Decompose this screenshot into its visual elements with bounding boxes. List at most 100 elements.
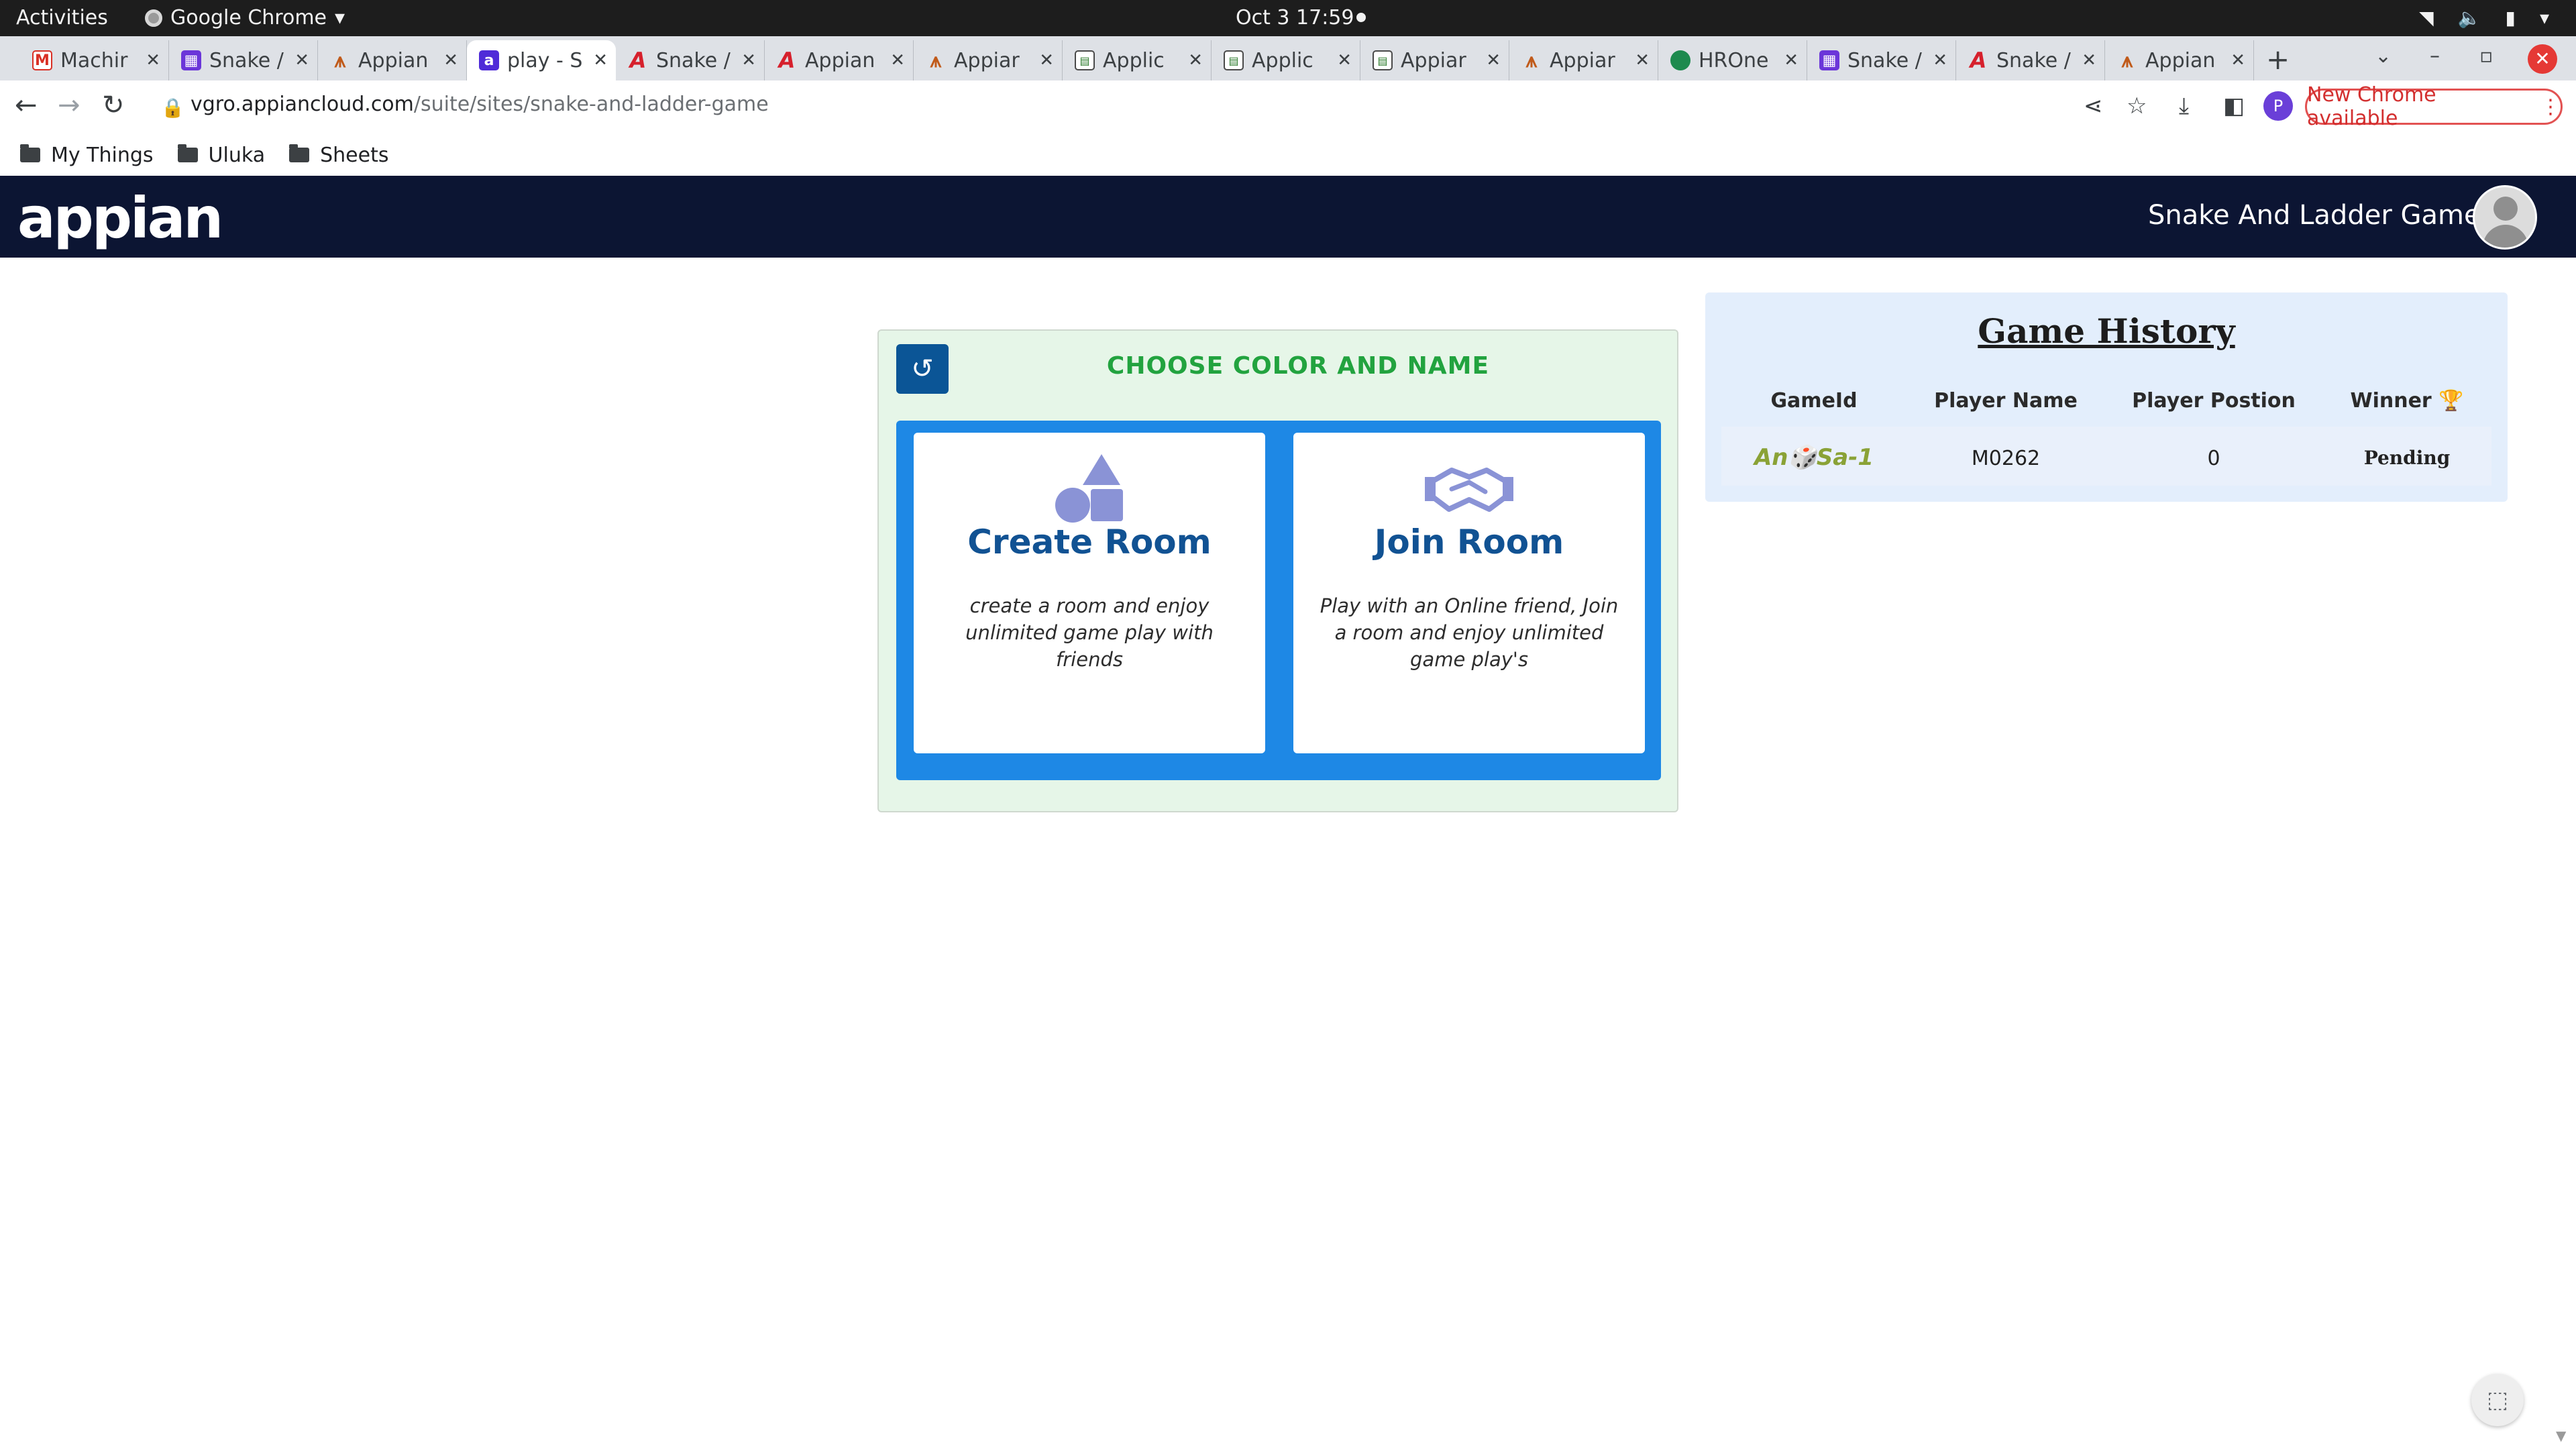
close-icon[interactable]: ✕ bbox=[1933, 50, 1947, 70]
browser-tab[interactable]: ⩚ Appiar ✕ bbox=[914, 40, 1063, 80]
back-icon[interactable]: ← bbox=[15, 90, 38, 121]
lock-icon[interactable]: 🔒 bbox=[161, 97, 184, 119]
player-name-cell: M0262 bbox=[1971, 447, 2041, 470]
browser-toolbar: ← → ↻ 🔒 vgro.appiancloud.com/suite/sites… bbox=[0, 80, 2576, 134]
tab-label: Appian bbox=[2145, 48, 2216, 72]
share-icon[interactable]: ⋖ bbox=[2084, 93, 2103, 119]
appian-a-red-icon: A bbox=[778, 48, 796, 73]
clock[interactable]: Oct 3 17:59 bbox=[1236, 6, 1354, 30]
tab-search-icon[interactable]: ⌄ bbox=[2375, 44, 2392, 68]
close-icon[interactable]: ✕ bbox=[1635, 50, 1650, 70]
browser-tab[interactable]: ▤ Applic ✕ bbox=[1212, 40, 1360, 80]
join-room-description: Play with an Online friend, Join a room … bbox=[1320, 594, 1619, 671]
reload-icon[interactable]: ↻ bbox=[102, 90, 125, 121]
volume-icon: 🔈 bbox=[2457, 7, 2481, 29]
close-icon[interactable]: ✕ bbox=[741, 50, 756, 70]
close-icon[interactable]: ✕ bbox=[1039, 50, 1054, 70]
browser-tab[interactable]: ▦ Snake / ✕ bbox=[169, 40, 318, 80]
wifi-icon: ◥ bbox=[2419, 7, 2434, 29]
browser-tab[interactable]: ▤ Applic ✕ bbox=[1063, 40, 1212, 80]
os-top-bar: Activities Google Chrome ▾ Oct 3 17:59 ◥… bbox=[0, 0, 2576, 36]
floating-action-button[interactable]: ⬚ bbox=[2471, 1374, 2524, 1426]
profile-avatar[interactable]: P bbox=[2263, 91, 2293, 121]
browser-tab[interactable]: ▤ Appiar ✕ bbox=[1360, 40, 1509, 80]
browser-tab[interactable]: A Snake / ✕ bbox=[1956, 40, 2105, 80]
panel-title: CHOOSE COLOR AND NAME bbox=[1106, 352, 1490, 380]
close-icon[interactable]: ✕ bbox=[1784, 50, 1799, 70]
browser-tab[interactable]: M Machir ✕ bbox=[20, 40, 169, 80]
user-avatar[interactable] bbox=[2473, 185, 2537, 250]
close-icon[interactable]: ✕ bbox=[146, 50, 160, 70]
bookmark-folder[interactable]: My Things bbox=[20, 144, 154, 167]
close-icon[interactable]: ✕ bbox=[1337, 50, 1352, 70]
create-room-description: create a room and enjoy unlimited game p… bbox=[965, 594, 1214, 671]
close-icon[interactable]: ✕ bbox=[1486, 50, 1501, 70]
close-icon[interactable]: ✕ bbox=[890, 50, 905, 70]
column-header-gameid[interactable]: GameId bbox=[1770, 389, 1857, 413]
create-room-card[interactable]: Create Room create a room and enjoy unli… bbox=[914, 433, 1265, 753]
close-icon[interactable]: ✕ bbox=[443, 50, 458, 70]
browser-tab[interactable]: A Snake / ✕ bbox=[616, 40, 765, 80]
handshake-icon bbox=[1425, 468, 1513, 512]
bookmark-label: Sheets bbox=[320, 143, 389, 167]
browser-tab[interactable]: ⩚ Appian ✕ bbox=[318, 40, 467, 80]
tab-label: Appiar bbox=[1550, 48, 1615, 72]
tab-strip: M Machir ✕ ▦ Snake / ✕ ⩚ Appian ✕ a play… bbox=[0, 36, 2576, 80]
column-header-winner[interactable]: Winner 🏆 bbox=[2350, 389, 2463, 413]
side-panel-icon[interactable]: ◧ bbox=[2223, 93, 2245, 119]
cursor-select-icon: ⬚ bbox=[2486, 1387, 2509, 1413]
site-menu[interactable]: Snake And Ladder Game ▼ bbox=[2148, 200, 2504, 231]
browser-tab[interactable]: ⩚ Appiar ✕ bbox=[1509, 40, 1658, 80]
scroll-down-arrow-icon[interactable]: ▼ bbox=[2556, 1428, 2566, 1444]
close-icon[interactable]: ✕ bbox=[2231, 50, 2245, 70]
url-field[interactable]: vgro.appiancloud.com/suite/sites/snake-a… bbox=[191, 93, 769, 116]
appian-a-red-icon: A bbox=[629, 48, 647, 73]
browser-tab[interactable]: HROne ✕ bbox=[1658, 40, 1807, 80]
app-menu[interactable]: Google Chrome ▾ bbox=[145, 6, 345, 30]
tab-label: Snake / bbox=[1847, 48, 1922, 72]
browser-tab[interactable]: ▦ Snake / ✕ bbox=[1807, 40, 1956, 80]
activities-button[interactable]: Activities bbox=[16, 6, 108, 30]
new-chrome-available-button[interactable]: New Chrome available ⋮ bbox=[2305, 83, 2563, 130]
system-tray[interactable]: ◥ 🔈 ▮ ▾ bbox=[2419, 7, 2549, 29]
browser-tab[interactable]: A Appian ✕ bbox=[765, 40, 914, 80]
restore-icon[interactable]: ▫ bbox=[2479, 44, 2493, 68]
bookmarks-bar: My Things Uluka Sheets bbox=[0, 134, 2576, 176]
browser-tab[interactable]: ⩚ Appian ✕ bbox=[2105, 40, 2254, 80]
sheet-icon: ▤ bbox=[1373, 50, 1393, 70]
folder-icon bbox=[177, 144, 198, 162]
column-header-player-name[interactable]: Player Name bbox=[1934, 389, 2078, 413]
grid-icon: ▦ bbox=[1819, 50, 1839, 70]
browser-tab-active[interactable]: a play - S ✕ bbox=[467, 40, 616, 80]
folder-icon bbox=[20, 144, 40, 162]
download-icon[interactable]: ⤓ bbox=[2179, 93, 2189, 119]
star-icon[interactable]: ☆ bbox=[2127, 93, 2147, 119]
close-icon[interactable]: ✕ bbox=[1188, 50, 1203, 70]
bookmark-folder[interactable]: Sheets bbox=[289, 144, 388, 167]
minimize-icon[interactable]: – bbox=[2430, 44, 2440, 68]
new-tab-icon[interactable]: + bbox=[2266, 43, 2290, 76]
bookmark-folder[interactable]: Uluka bbox=[177, 144, 265, 167]
close-icon[interactable]: ✕ bbox=[593, 50, 608, 70]
forward-icon[interactable]: → bbox=[58, 90, 80, 121]
appian-a-red-icon: A bbox=[1970, 48, 1987, 73]
game-id-cell: An🎲Sa-1 bbox=[1754, 444, 1874, 471]
window-close-icon[interactable]: ✕ bbox=[2528, 44, 2557, 74]
join-room-card[interactable]: Join Room Play with an Online friend, Jo… bbox=[1293, 433, 1645, 753]
url-host: vgro.appiancloud.com bbox=[191, 93, 414, 116]
join-room-title: Join Room bbox=[1374, 523, 1564, 561]
tab-label: play - S bbox=[507, 48, 583, 72]
grid-icon: ▦ bbox=[181, 50, 201, 70]
close-icon[interactable]: ✕ bbox=[294, 50, 309, 70]
caret-down-icon: ▾ bbox=[335, 6, 345, 30]
tab-label: Appian bbox=[358, 48, 429, 72]
app-menu-label: Google Chrome bbox=[170, 6, 327, 30]
choose-panel: ↺ CHOOSE COLOR AND NAME Create Room crea… bbox=[877, 329, 1678, 812]
tab-label: Applic bbox=[1103, 48, 1165, 72]
close-icon[interactable]: ✕ bbox=[2082, 50, 2096, 70]
site-name-label: Snake And Ladder Game bbox=[2148, 200, 2481, 231]
tab-label: Applic bbox=[1252, 48, 1313, 72]
column-header-player-position[interactable]: Player Postion bbox=[2132, 389, 2296, 413]
appian-a-icon: a bbox=[479, 50, 499, 70]
appian-logo[interactable]: appian bbox=[17, 185, 223, 251]
